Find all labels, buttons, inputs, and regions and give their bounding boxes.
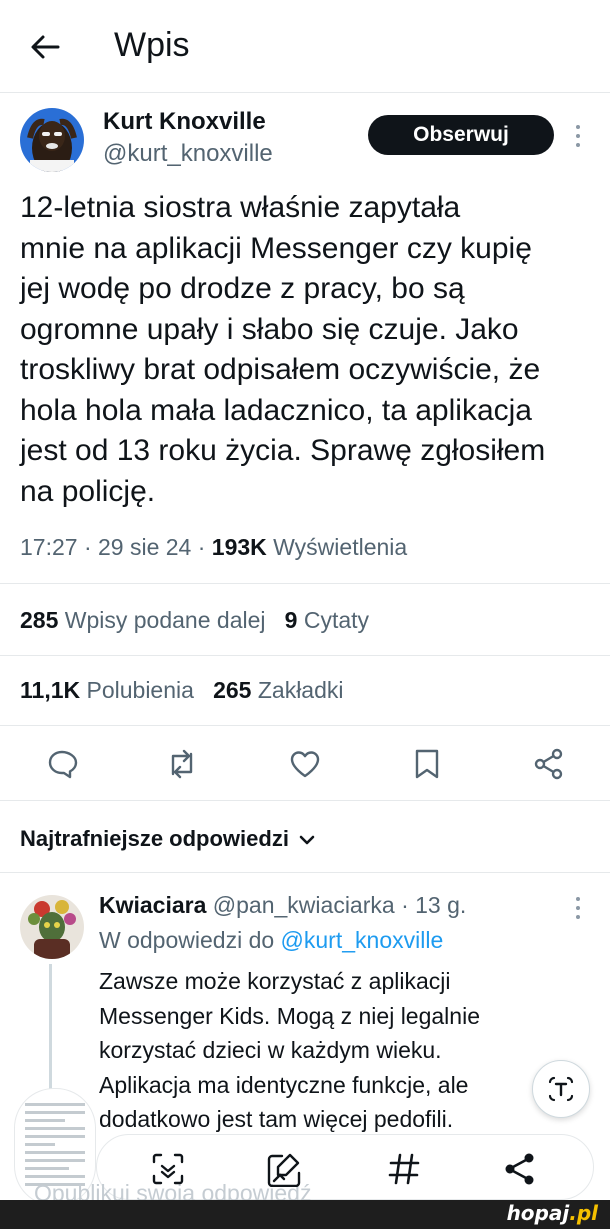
author-handle[interactable]: @kurt_knoxville xyxy=(103,140,273,168)
author-avatar[interactable] xyxy=(20,108,84,172)
reply-header: Kwiaciara @pan_kwiaciarka · 13 g. xyxy=(99,892,466,919)
views-label: Wyświetlenia xyxy=(273,534,408,560)
divider xyxy=(0,655,610,656)
likes-count: 11,1K xyxy=(20,677,81,703)
reposts-label: Wpisy podane dalej xyxy=(64,607,266,633)
reply-author-handle[interactable]: @pan_kwiaciarka xyxy=(213,892,395,918)
bookmarks-count: 265 xyxy=(213,677,252,703)
stats-likes-row: 11,1K Polubienia 265 Zakładki xyxy=(20,677,344,704)
reply-more-options-icon[interactable] xyxy=(571,893,585,923)
divider xyxy=(0,872,610,873)
divider xyxy=(0,92,610,93)
watermark-logo-tld: .pl xyxy=(569,1201,598,1225)
thread-line xyxy=(49,964,52,1099)
quotes-count: 9 xyxy=(284,607,298,633)
stats-reposts-row: 285 Wpisy podane dalej 9 Cytaty xyxy=(20,607,369,634)
tweet-timestamp: 17:27 · 29 sie 24 · xyxy=(20,534,212,560)
reply-time: · 13 g. xyxy=(394,892,467,918)
reply-author-name[interactable]: Kwiaciara xyxy=(99,892,206,918)
tweet-text: 12-letnia siostra właśnie zapytała mnie … xyxy=(20,191,546,508)
watermark-logo-main: hopaj xyxy=(506,1201,570,1225)
reply-text: Zawsze może korzystać z aplikacji Messen… xyxy=(99,968,480,1132)
divider xyxy=(0,800,610,801)
replies-sort-dropdown[interactable]: Najtrafniejsze odpowiedzi xyxy=(20,826,315,852)
reposts-count: 285 xyxy=(20,607,59,633)
reply-icon[interactable] xyxy=(40,742,84,786)
likes-stat[interactable]: 11,1K Polubienia xyxy=(20,677,194,703)
back-arrow-icon[interactable] xyxy=(26,28,64,66)
tweet-meta: 17:27 · 29 sie 24 · 193K Wyświetlenia xyxy=(20,534,407,561)
ai-sparkle-icon[interactable] xyxy=(147,1148,189,1190)
repost-icon[interactable] xyxy=(160,742,204,786)
quotes-stat[interactable]: 9 Cytaty xyxy=(285,607,369,633)
reply-avatar[interactable] xyxy=(20,895,84,959)
page-title: Wpis xyxy=(114,26,190,64)
share-icon[interactable] xyxy=(527,742,571,786)
reposts-stat[interactable]: 285 Wpisy podane dalej xyxy=(20,607,266,633)
chevron-down-icon xyxy=(299,826,315,852)
replies-section-title: Najtrafniejsze odpowiedzi xyxy=(20,826,289,851)
like-icon[interactable] xyxy=(283,742,327,786)
share-icon[interactable] xyxy=(499,1148,541,1190)
divider xyxy=(0,583,610,584)
reply-to-prefix: W odpowiedzi do xyxy=(99,927,281,953)
reply-to-line: W odpowiedzi do @kurt_knoxville xyxy=(99,927,443,954)
author-name[interactable]: Kurt Knoxville xyxy=(103,108,266,136)
reply-to-handle-link[interactable]: @kurt_knoxville xyxy=(281,927,444,953)
hashtag-icon[interactable] xyxy=(383,1148,425,1190)
bookmark-icon[interactable] xyxy=(405,742,449,786)
views-count: 193K xyxy=(211,534,267,560)
bookmarks-stat[interactable]: 265 Zakładki xyxy=(213,677,343,703)
quotes-label: Cytaty xyxy=(303,607,370,633)
likes-label: Polubienia xyxy=(86,677,194,703)
bookmarks-label: Zakładki xyxy=(257,677,344,703)
follow-button[interactable]: Obserwuj xyxy=(368,115,554,155)
watermark-logo: hopaj.pl xyxy=(507,1201,598,1225)
more-options-icon[interactable] xyxy=(571,121,585,151)
compose-image-icon[interactable] xyxy=(264,1148,306,1190)
translate-icon[interactable] xyxy=(532,1060,590,1118)
divider xyxy=(0,725,610,726)
top-bar: Wpis xyxy=(0,0,610,92)
